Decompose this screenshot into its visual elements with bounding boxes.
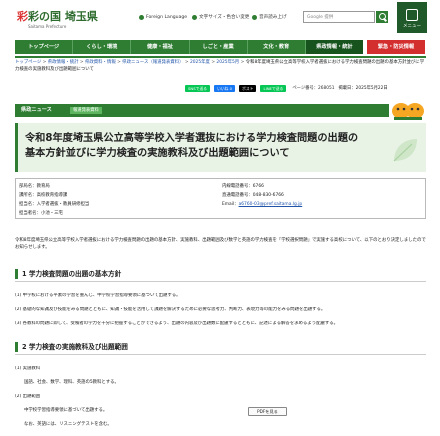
breadcrumb-item[interactable]: 2025年度 [190, 60, 210, 65]
breadcrumb-item[interactable]: トップページ [15, 60, 41, 65]
menu-button[interactable]: メニュー [397, 2, 427, 33]
page-title-box: 令和8年度埼玉県公立高等学校入学者選抜における学力検査問題の出題の基本方針並びに… [15, 123, 426, 172]
nav-item-govinfo[interactable]: 県政情報・統計 [305, 40, 364, 54]
speaker-icon [252, 15, 257, 21]
policy-item-3: (3) 各教科の問題に即して、受検者の学力を十分に把握することができるよう、出題… [15, 321, 339, 326]
line-share-button[interactable]: LINEで送る [260, 85, 287, 92]
logo-text: 彩の国 埼玉県 [28, 10, 98, 23]
nav-item-culture[interactable]: 文化・教育 [248, 40, 306, 54]
section-tag: 報道発表資料 [70, 107, 102, 114]
email-label: Email： [222, 202, 239, 207]
email-row: Email：a6760-03@pref.saitama.lg.jp [222, 202, 302, 208]
subjects-heading: (1) 実施教科 [15, 366, 41, 371]
site-logo[interactable]: 彩彩の国 埼玉県 Saitama Prefecture [14, 9, 114, 33]
menu-icon [406, 9, 418, 21]
section1-heading: 1 学力検査問題の出題の基本方針 [15, 268, 426, 282]
pdf-view-button[interactable]: PDFを見る [248, 407, 287, 416]
nav-item-health[interactable]: 健康・福祉 [131, 40, 190, 54]
search-button[interactable] [376, 11, 388, 23]
contact-info-box: 部局名：教育局 課所名：高校教育指導課 担当名：入学者選抜・教員研修担当 担当者… [15, 178, 426, 219]
search-input[interactable]: Google 提供 [303, 11, 375, 23]
x-post-button[interactable]: ポスト [239, 85, 257, 92]
email-link[interactable]: a6760-03@pref.saitama.lg.jp [239, 202, 303, 207]
policy-item-2: (2) 基礎的な知識及び技能をみる問題とともに、知識・技能を活用して課題を解決す… [15, 307, 326, 312]
sns-share-button[interactable]: SNSで送る [185, 85, 211, 92]
subjects-text: 国語、社会、数学、理科、英語の5教科とする。 [24, 380, 119, 385]
breadcrumb-item[interactable]: 県政資料・情報 [85, 60, 116, 65]
heading-bar [15, 342, 18, 352]
scope-text-1: 中学校学習指導要領に基づいて出題する。 [24, 408, 108, 413]
leaf-decoration-icon [393, 139, 417, 162]
scope-text-2: なお、英語には、リスニングテストを含む。 [24, 422, 112, 427]
emergency-button[interactable]: 緊急・防災情報 [367, 40, 425, 54]
direct-phone: 直通電話番号：048-830-6766 [222, 193, 284, 198]
read-aloud-link[interactable]: 音声読み上げ [252, 15, 287, 21]
updated-date: 掲載日：2025年5月22日 [338, 85, 388, 91]
page-title: 令和8年度埼玉県公立高等学校入学者選抜における学力検査問題の出題の基本方針並びに… [25, 133, 359, 160]
policy-item-1: (1) 中学校における平素の学習を重んじ、中学校学習指導要領に基づいて出題する。 [15, 293, 181, 298]
section-band: 県政ニュース 報道発表資料 [15, 104, 389, 117]
dept-name: 部局名：教育局 [19, 184, 50, 189]
scope-heading: (2) 出題範囲 [15, 394, 41, 399]
intro-text: 令和8年度埼玉県公立高等学校入学者選抜における学力検査問題の出題の基本方針、実施… [15, 238, 426, 251]
nav-item-life[interactable]: くらし・環境 [73, 40, 132, 54]
extension-number: 内線電話番号：6766 [222, 184, 264, 189]
text-size-color-link[interactable]: 文字サイズ・色合い変更 [192, 15, 249, 21]
nav-item-work[interactable]: しごと・産業 [190, 40, 248, 54]
global-nav: トップページ くらし・環境 健康・福祉 しごと・産業 文化・教育 県政情報・統計 [15, 40, 364, 54]
menu-label: メニュー [403, 24, 421, 29]
globe-icon [139, 15, 144, 21]
section-name: 課所名：高校教育指導課 [19, 193, 68, 198]
heading-bar [15, 269, 18, 279]
section-label: 県政ニュース [21, 107, 52, 113]
team-name: 担当名：入学者選抜・教員研修担当 [19, 202, 90, 207]
foreign-language-link[interactable]: Foreign Language [139, 15, 187, 21]
breadcrumb-item[interactable]: 県政情報・統計 [48, 60, 79, 65]
breadcrumb-item[interactable]: 2025年5月 [216, 60, 239, 65]
page-number: ページ番号：268051 [292, 85, 335, 91]
breadcrumb-item[interactable]: 県政ニュース（報道発表資料） [122, 60, 183, 65]
breadcrumb: トップページ > 県政情報・統計 > 県政資料・情報 > 県政ニュース（報道発表… [15, 60, 425, 72]
divider [15, 56, 426, 58]
contact-person: 担当者名：小池・三宅 [19, 211, 63, 216]
nav-item-top[interactable]: トップページ [15, 40, 74, 54]
share-bar: SNSで送る いいね 0 ポスト LINEで送る ページ番号：268051 掲載… [185, 84, 430, 93]
facebook-like-button[interactable]: いいね 0 [214, 85, 236, 92]
text-size-icon [192, 15, 197, 21]
mascot-icon [392, 103, 424, 120]
section2-heading: 2 学力検査の実施教科及び出題範囲 [15, 341, 426, 355]
logo-subtitle: Saitama Prefecture [28, 24, 67, 29]
